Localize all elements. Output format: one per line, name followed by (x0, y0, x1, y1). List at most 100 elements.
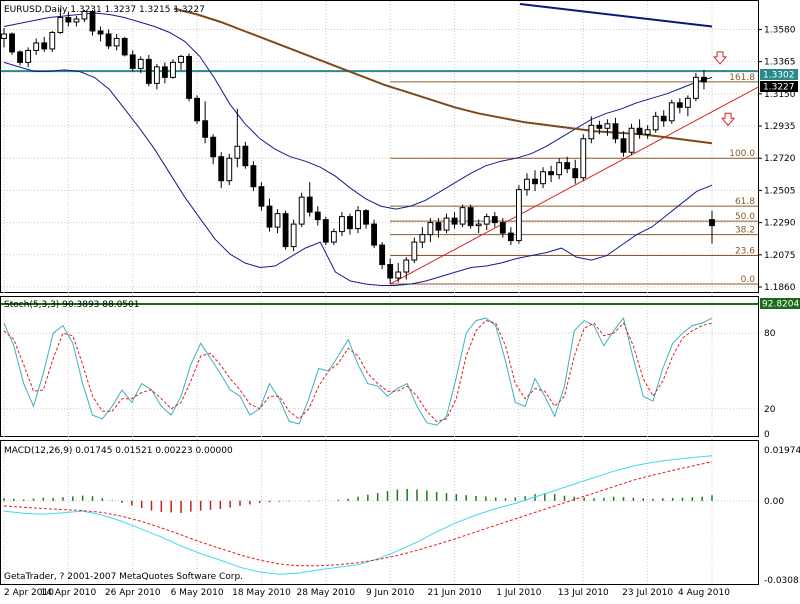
candle-body (411, 241, 418, 261)
candle-body (242, 145, 249, 167)
candle-body (33, 42, 40, 51)
candle-body (572, 168, 579, 179)
candle-body (210, 136, 217, 158)
stoch-y-tick-label: 0 (764, 430, 770, 440)
stoch-layer (1, 303, 758, 426)
candle-body (186, 55, 192, 99)
candle-body (379, 244, 386, 266)
candle-body (306, 196, 313, 213)
candle-body (347, 216, 353, 230)
candle-body (266, 205, 273, 228)
candle-body (403, 259, 410, 273)
stoch-panel-frame (0, 296, 759, 437)
candle-body (1, 33, 7, 39)
candle-body (443, 217, 450, 231)
candle-body (483, 216, 490, 225)
candle-body (676, 102, 683, 108)
x-tick-label: 26 Apr 2010 (105, 588, 161, 598)
candle-body (194, 97, 201, 122)
candle-body (17, 51, 24, 63)
candle-body (105, 33, 112, 47)
x-axis-labels: 2 Apr 201014 Apr 2010 26 Apr 2010 6 May 20… (4, 588, 730, 598)
candle-body (161, 66, 168, 78)
candle-body (387, 264, 394, 279)
x-tick-label: 1 Jul 2010 (496, 588, 541, 598)
candle-body (556, 162, 563, 176)
candle-body (451, 217, 458, 225)
candle-body (427, 222, 434, 236)
candle-body (202, 120, 209, 138)
price-level-badge: 1.3302 (760, 69, 798, 81)
svg-text:1.3227: 1.3227 (763, 83, 795, 93)
candle-body (218, 156, 225, 182)
candle-body (692, 76, 699, 99)
macd-y-tick-label: -0.03081 (764, 576, 800, 586)
candle-body (684, 97, 691, 108)
candle-body (668, 102, 675, 122)
candle-body (9, 33, 15, 53)
candle-body (226, 157, 233, 182)
candle-body (604, 123, 611, 129)
candle-body (507, 232, 514, 242)
x-tick-label: 14 Apr 2010 (41, 588, 97, 598)
candle-body (250, 165, 257, 188)
candle-body (548, 171, 555, 176)
moving-average-top-line (519, 3, 713, 28)
fib-level-label: 38.2 (735, 226, 755, 236)
stoch-y-tick-label: 80 (764, 329, 776, 339)
candle-body (620, 138, 627, 153)
x-tick-label: 6 May 2010 (171, 588, 224, 598)
x-tick-label: 9 Jun 2010 (366, 588, 415, 598)
stoch-level-badge: 92.8204 (760, 298, 800, 310)
x-tick-label: 23 Jul 2010 (622, 588, 673, 598)
candle-body (298, 196, 305, 225)
candle-body (338, 216, 345, 233)
macd-panel-title: MACD(12,26,9) 0.01745 0.01521 0.00223 0.… (4, 446, 233, 456)
candle-body (540, 171, 546, 185)
fib-level-label: 50.0 (735, 212, 755, 222)
macd-signal-line (3, 461, 713, 567)
candle-body (178, 55, 184, 63)
x-tick-label: 21 Jun 2010 (427, 588, 481, 598)
candle-body (371, 223, 378, 246)
candle-body (652, 115, 659, 131)
candle-body (628, 127, 635, 153)
candle-body (475, 223, 482, 227)
last-price-badge: 1.3227 (760, 81, 798, 93)
candle-body (491, 216, 498, 224)
candle-body (532, 178, 538, 185)
macd-layer (3, 455, 713, 575)
candle-body (274, 213, 281, 228)
candle-body (644, 129, 651, 135)
candle-body (137, 58, 144, 69)
candle-body (355, 210, 361, 230)
macd-y-tick-label: 0.00 (764, 497, 784, 507)
candle-body (435, 222, 442, 231)
down-arrow-icon (721, 112, 736, 127)
candle-body (170, 61, 176, 78)
candle-body (709, 219, 715, 227)
candle-body (660, 115, 667, 122)
stoch-y-tick-label: 20 (764, 405, 776, 415)
candle-body (145, 58, 152, 84)
candle-body (97, 30, 104, 35)
candle-body (515, 189, 522, 242)
trading-chart[interactable]: 161.8 100.0 61.8 50.0 38.2 23.6 0.0 1.3580 1.33… (0, 0, 800, 600)
copyright-text: GetaTrader, ? 2001-2007 MetaQuotes Softw… (4, 572, 243, 582)
fib-level-label: 61.8 (735, 197, 755, 207)
macd-main-line (3, 455, 713, 575)
candle-body (57, 16, 64, 33)
y-tick-label: 1.2720 (764, 154, 796, 164)
svg-text:1.3302: 1.3302 (763, 71, 795, 81)
candle-body (113, 37, 120, 47)
candle-body (258, 186, 265, 207)
candle-body (153, 66, 160, 84)
y-tick-label: 1.2290 (764, 219, 796, 229)
candle-body (234, 145, 241, 159)
candle-body (467, 207, 474, 227)
fib-level-label: 0.0 (741, 275, 756, 285)
candle-body (612, 123, 619, 140)
candle-body (330, 231, 337, 243)
candle-body (290, 223, 297, 248)
candle-body (282, 213, 289, 248)
